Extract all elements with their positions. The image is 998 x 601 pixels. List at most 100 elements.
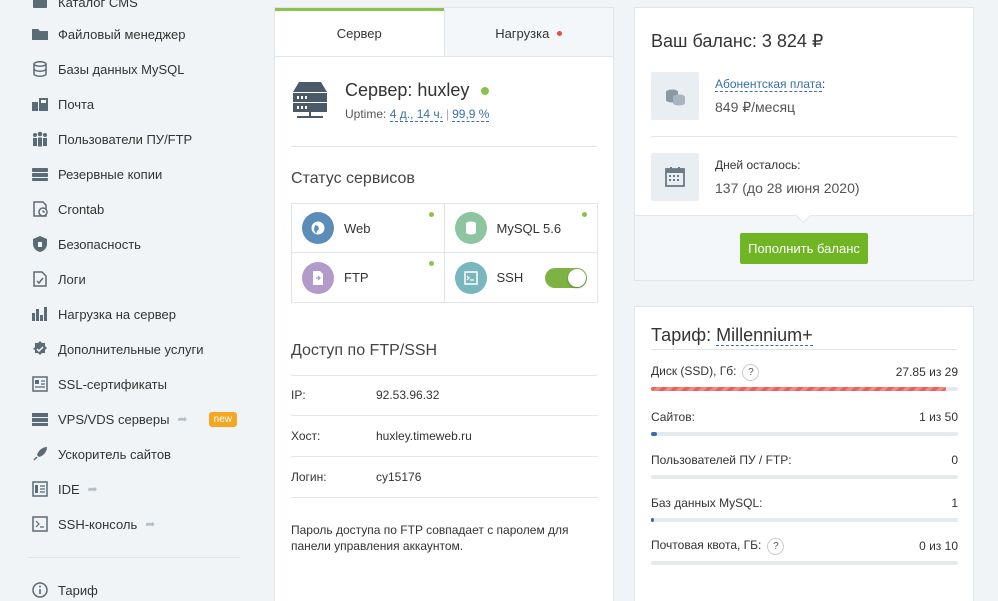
- uptime: Uptime: 4 д., 14 ч. | 99,9 %: [345, 107, 490, 122]
- certificate-icon: [30, 374, 50, 394]
- services-title: Статус сервисов: [291, 170, 415, 187]
- metric-value: 1 из 50: [919, 410, 958, 424]
- balance-title: Ваш баланс: 3 824 ₽: [651, 31, 824, 51]
- usage-fill: [651, 387, 946, 391]
- sidebar-item-mail[interactable]: Почта: [30, 92, 245, 116]
- ftp-icon: [302, 261, 334, 294]
- ssh-toggle[interactable]: [545, 268, 587, 288]
- tariff-title: Тариф: Millennium+: [651, 325, 813, 346]
- sidebar: Каталог CMS Файловый менеджер Базы данны…: [0, 0, 255, 601]
- subscription-fee-link[interactable]: Абонентская плата: [715, 76, 822, 92]
- coins-icon: [651, 72, 699, 120]
- sidebar-item-label: Почта: [58, 96, 95, 112]
- service-ssh: SSH: [445, 253, 598, 302]
- help-icon[interactable]: ?: [742, 363, 760, 381]
- access-value: cy15176: [376, 470, 422, 484]
- sidebar-item-crontab[interactable]: Crontab: [30, 197, 245, 221]
- sidebar-item-logs[interactable]: Логи: [30, 267, 245, 291]
- fee-value: 849 ₽/месяц: [715, 98, 796, 115]
- balance-panel: Ваш баланс: 3 824 ₽ Абонентская плата: 8…: [634, 7, 974, 281]
- sidebar-item-cms-catalog[interactable]: Каталог CMS: [30, 0, 245, 14]
- sidebar-item-ide[interactable]: IDE ➦: [30, 477, 245, 501]
- sidebar-item-backups[interactable]: Резервные копии: [30, 162, 245, 186]
- service-ftp: FTP: [292, 253, 445, 302]
- service-label: Web: [344, 220, 371, 236]
- sidebar-item-label: Нагрузка на сервер: [58, 306, 176, 322]
- server-tabs: Сервер Нагрузка: [275, 8, 613, 57]
- usage-bar: [651, 387, 958, 391]
- external-link-icon: ➦: [87, 482, 98, 496]
- metric-value: 0 из 10: [919, 539, 958, 553]
- days-left: Дней осталось: 137 (до 28 июня 2020): [651, 153, 860, 201]
- fee-colon: :: [821, 76, 826, 91]
- access-value: 92.53.96.32: [376, 388, 440, 402]
- sidebar-item-tariff[interactable]: Тариф: [30, 578, 245, 601]
- usage-bar: [651, 518, 958, 522]
- chart-icon: [30, 304, 50, 324]
- mail-icon: [30, 94, 50, 114]
- divider: [651, 136, 957, 137]
- usage-bar: [651, 475, 958, 479]
- access-row-login: Логин: cy15176: [291, 457, 598, 498]
- service-label: SSH: [496, 270, 524, 285]
- usage-fill: [651, 518, 655, 522]
- service-label: MySQL 5.6: [496, 220, 562, 236]
- sidebar-item-ssh-console[interactable]: SSH-консоль ➦: [30, 512, 245, 536]
- sidebar-item-accelerator[interactable]: Ускоритель сайтов: [30, 442, 245, 466]
- uptime-percent-link[interactable]: 99,9 %: [452, 107, 490, 122]
- tariff-prefix: Тариф:: [651, 325, 717, 345]
- sidebar-item-security[interactable]: Безопасность: [30, 232, 245, 256]
- metric-disk: Диск (SSD), Гб:? 27.85 из 29: [651, 363, 958, 391]
- sidebar-item-label: IDE: [58, 481, 80, 497]
- sidebar-divider: [28, 557, 240, 558]
- access-row-ip: IP: 92.53.96.32: [291, 375, 598, 416]
- uptime-label: Uptime:: [345, 107, 387, 121]
- balance-footer: Пополнить баланс: [635, 215, 973, 280]
- metric-value: 0: [951, 453, 958, 467]
- server-panel: Сервер Нагрузка Сервер: huxley Uptime: 4…: [274, 7, 614, 601]
- ide-icon: [30, 479, 50, 499]
- uptime-value-link[interactable]: 4 д., 14 ч.: [389, 107, 443, 122]
- access-value: huxley.timeweb.ru: [376, 429, 472, 443]
- topup-button[interactable]: Пополнить баланс: [740, 232, 868, 264]
- sidebar-item-label: SSL-сертификаты: [58, 376, 167, 392]
- days-label: Дней осталось:: [715, 158, 801, 172]
- sidebar-item-vps[interactable]: VPS/VDS серверы ➦ new: [30, 407, 245, 431]
- crontab-icon: [30, 199, 50, 219]
- services-grid: Web MySQL 5.6 FTP SSH: [291, 203, 598, 303]
- sidebar-item-label: Каталог CMS: [58, 0, 138, 10]
- metric-mysql: Баз данных MySQL: 1: [651, 494, 958, 522]
- catalog-icon: [30, 0, 50, 12]
- metric-label: Сайтов:: [651, 410, 695, 424]
- status-dot: [428, 212, 434, 217]
- sidebar-item-label: Резервные копии: [58, 166, 163, 182]
- sidebar-item-label: Дополнительные услуги: [58, 341, 204, 357]
- metric-label: Пользователей ПУ / FTP:: [651, 453, 792, 467]
- server-name: Сервер: huxley: [345, 80, 470, 100]
- access-key: IP:: [291, 388, 306, 402]
- database-icon: [30, 59, 50, 79]
- sidebar-item-label: Тариф: [58, 582, 98, 598]
- sidebar-item-extra-services[interactable]: Дополнительные услуги: [30, 337, 245, 361]
- web-icon: [302, 212, 334, 244]
- sidebar-item-server-load[interactable]: Нагрузка на сервер: [30, 302, 245, 326]
- new-badge: new: [208, 411, 237, 427]
- sidebar-item-ssl[interactable]: SSL-сертификаты: [30, 372, 245, 396]
- subscription-fee: Абонентская плата: 849 ₽/месяц: [651, 72, 825, 120]
- metric-sites: Сайтов: 1 из 50: [651, 408, 958, 436]
- sidebar-item-users-ftp[interactable]: Пользователи ПУ/FTP: [30, 127, 245, 151]
- tab-server[interactable]: Сервер: [275, 8, 444, 56]
- server-icon: [293, 82, 327, 118]
- sidebar-item-file-manager[interactable]: Файловый менеджер: [30, 22, 245, 46]
- sidebar-item-mysql[interactable]: Базы данных MySQL: [30, 57, 245, 81]
- sidebar-item-label: Crontab: [58, 201, 105, 217]
- usage-fill: [651, 432, 658, 436]
- tariff-name-link[interactable]: Millennium+: [716, 325, 813, 346]
- sidebar-item-label: Файловый менеджер: [58, 26, 186, 42]
- shield-icon: [30, 234, 50, 254]
- help-icon[interactable]: ?: [767, 537, 785, 555]
- info-icon: [30, 580, 50, 600]
- tab-load[interactable]: Нагрузка: [443, 8, 613, 56]
- server-title: Сервер: huxley: [345, 80, 490, 101]
- days-value: 137 (до 28 июня 2020): [715, 180, 860, 196]
